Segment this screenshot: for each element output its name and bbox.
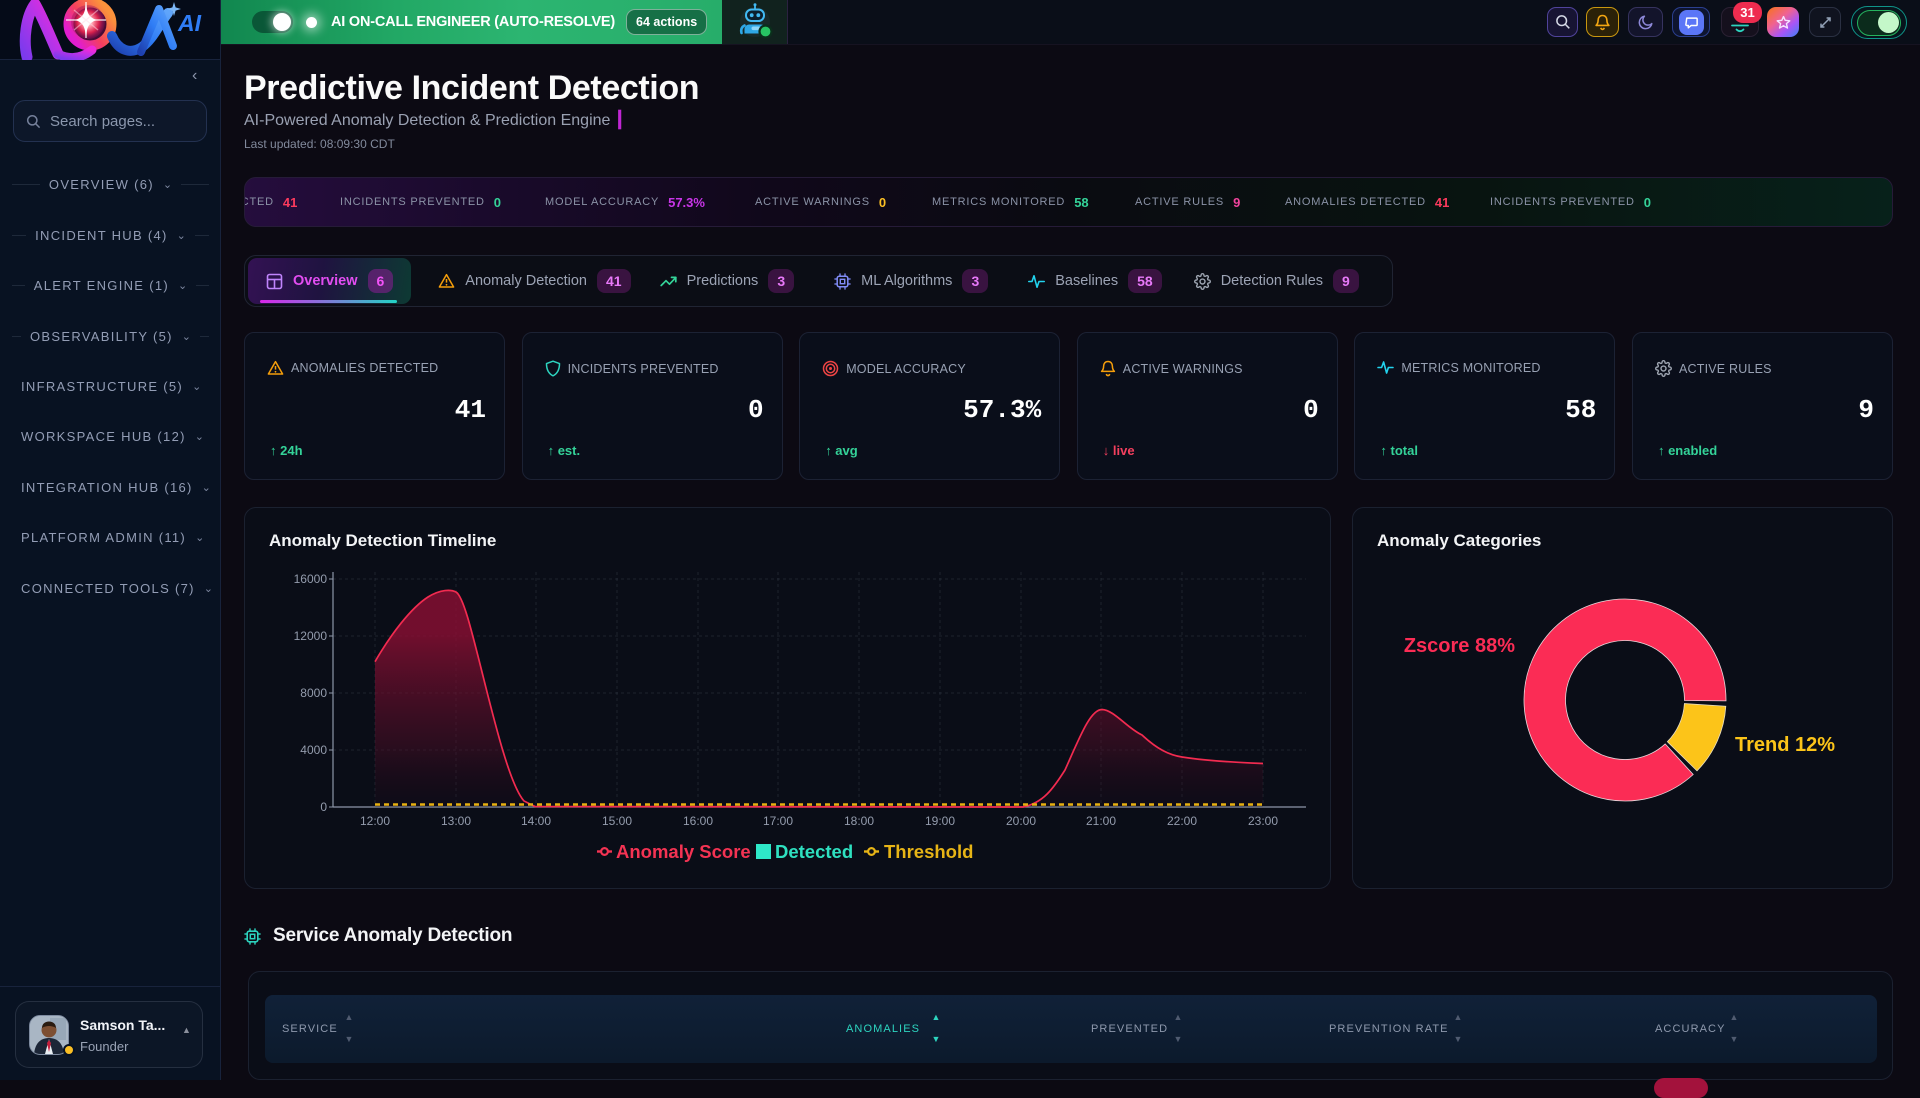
svg-text:Anomaly Score: Anomaly Score — [616, 841, 751, 862]
svg-text:16:00: 16:00 — [683, 814, 713, 828]
svg-text:21:00: 21:00 — [1086, 814, 1116, 828]
svg-text:12:00: 12:00 — [360, 814, 390, 828]
svg-text:AI: AI — [177, 10, 202, 36]
svg-text:22:00: 22:00 — [1167, 814, 1197, 828]
svg-text:4000: 4000 — [300, 743, 327, 757]
svg-text:18:00: 18:00 — [844, 814, 874, 828]
svg-text:8000: 8000 — [300, 686, 327, 700]
svg-text:12000: 12000 — [294, 629, 328, 643]
svg-text:Detected: Detected — [775, 841, 853, 862]
svg-text:16000: 16000 — [294, 572, 328, 586]
svg-text:20:00: 20:00 — [1006, 814, 1036, 828]
svg-text:Zscore 88%: Zscore 88% — [1404, 635, 1515, 657]
svg-text:19:00: 19:00 — [925, 814, 955, 828]
svg-text:Trend 12%: Trend 12% — [1735, 734, 1835, 756]
svg-text:13:00: 13:00 — [441, 814, 471, 828]
svg-text:14:00: 14:00 — [521, 814, 551, 828]
svg-text:23:00: 23:00 — [1248, 814, 1278, 828]
svg-text:15:00: 15:00 — [602, 814, 632, 828]
svg-text:17:00: 17:00 — [763, 814, 793, 828]
svg-text:Threshold: Threshold — [884, 841, 973, 862]
svg-text:0: 0 — [320, 800, 327, 814]
